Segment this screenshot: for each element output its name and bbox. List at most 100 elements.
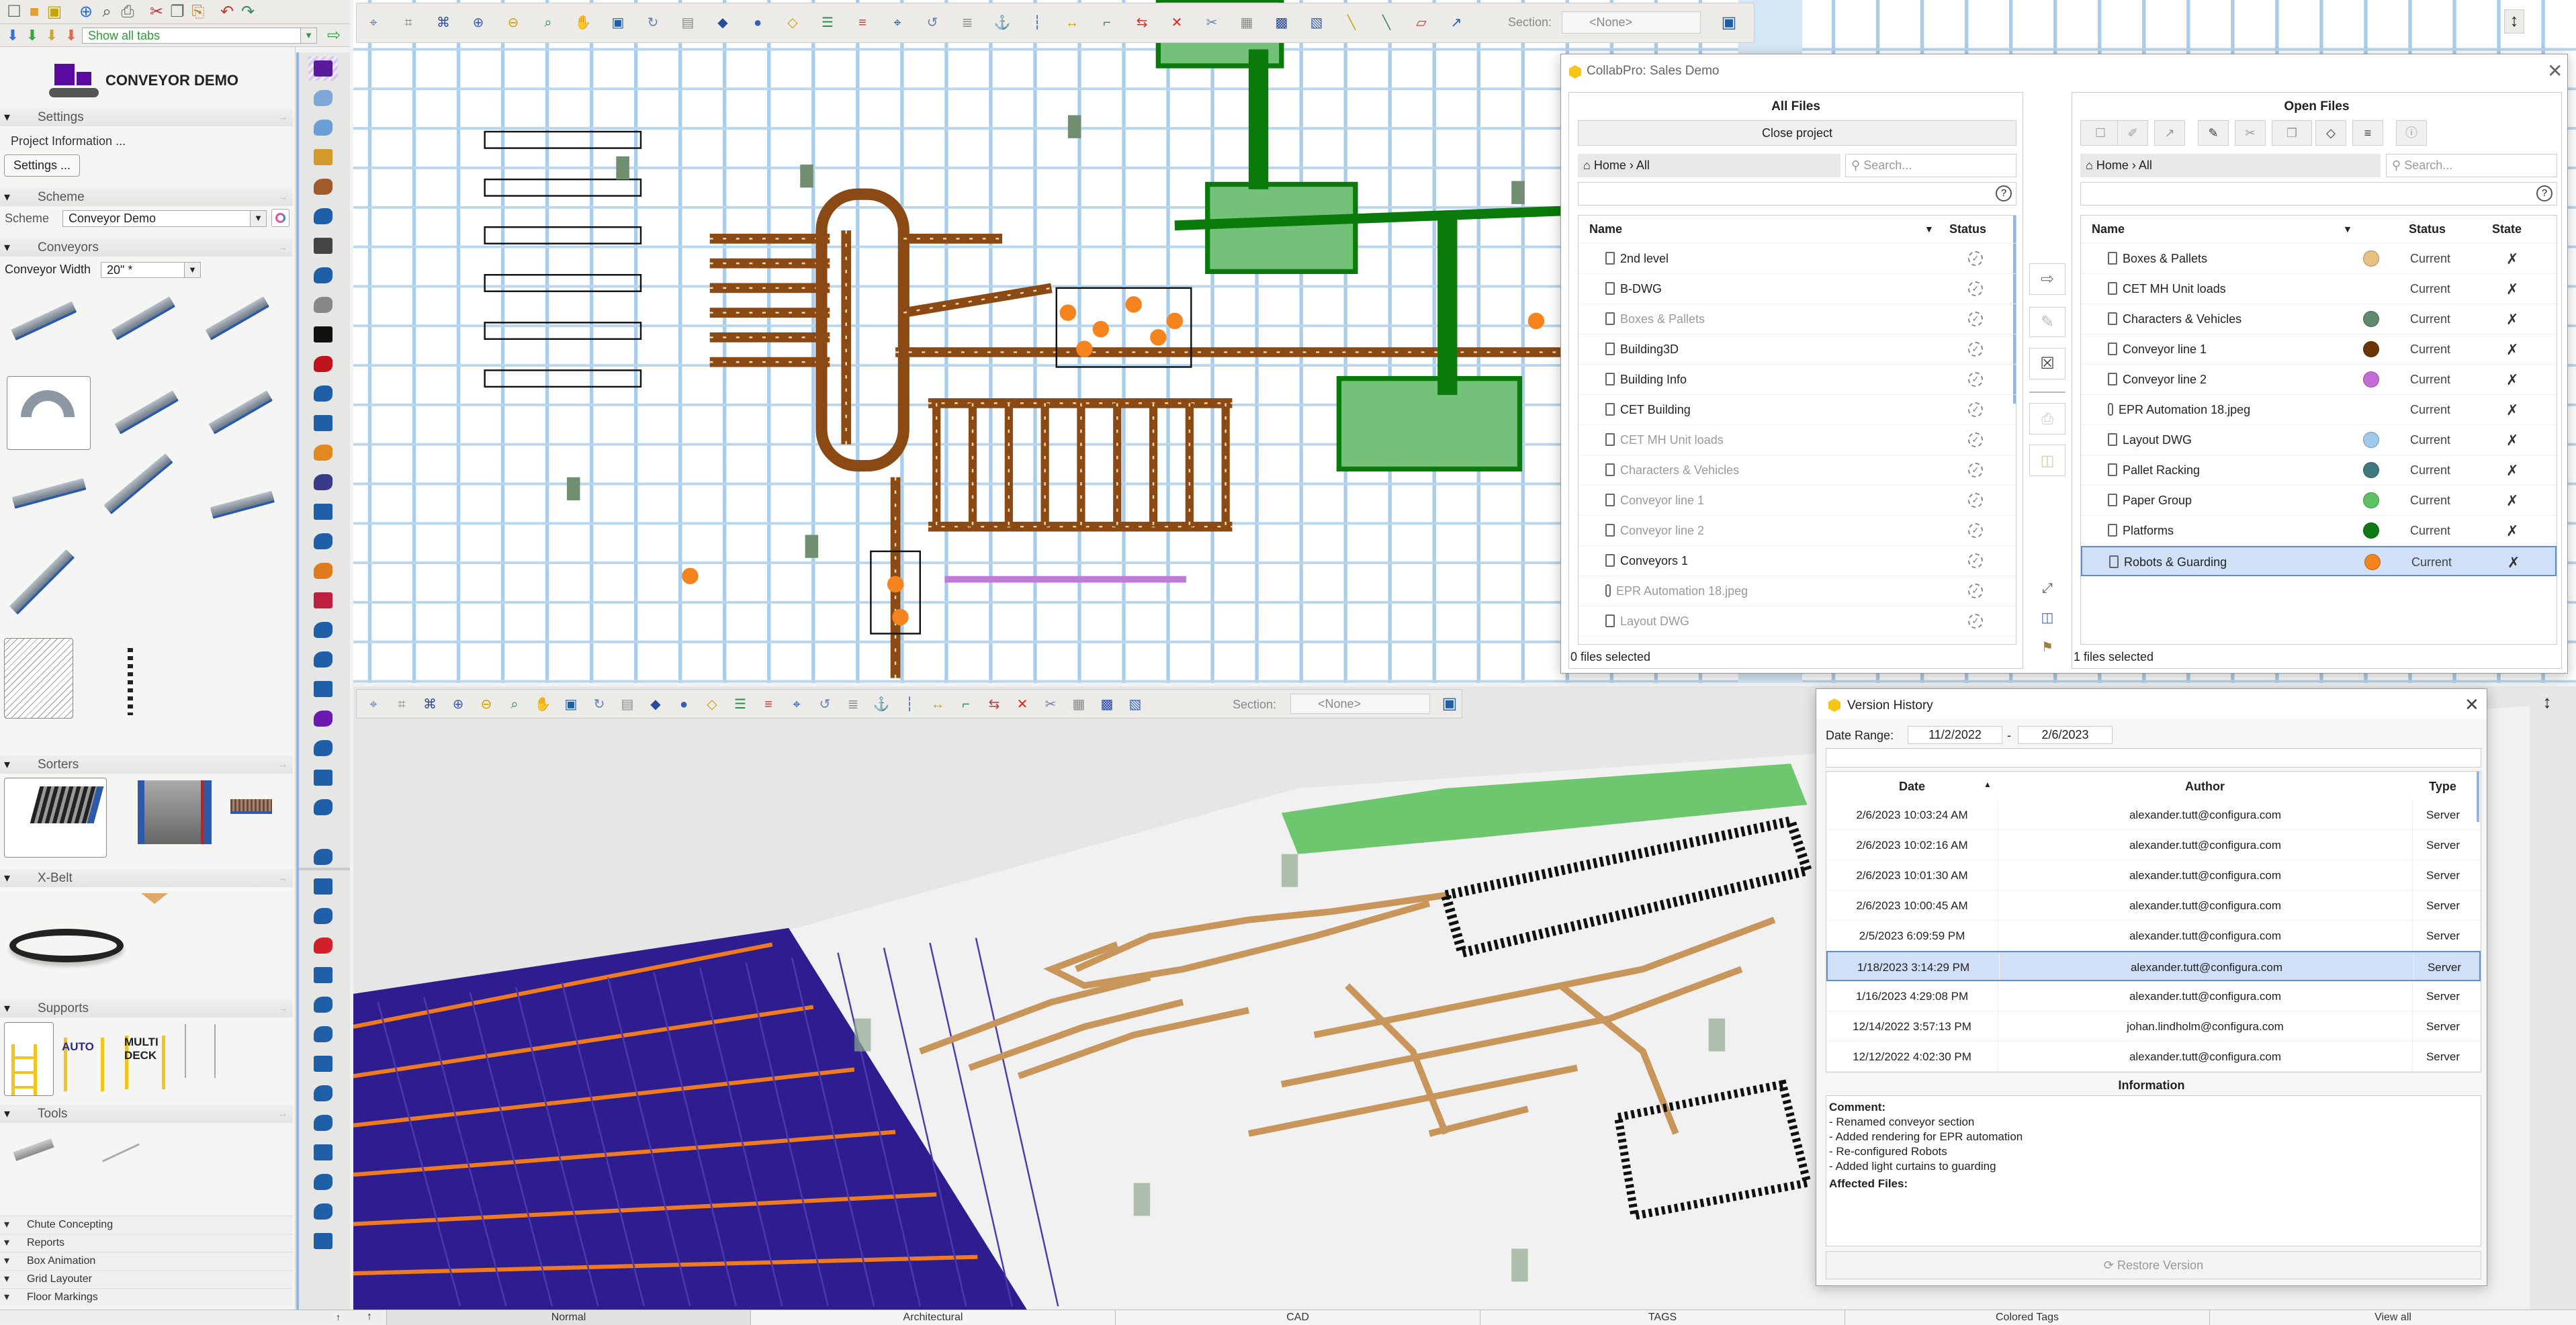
open-file-row[interactable]: Paper Group Current ✗ [2081, 486, 2557, 516]
open-file-row[interactable]: Conveyor line 2 Current ✗ [2081, 365, 2557, 395]
tire-icon[interactable] [308, 322, 338, 347]
clock-icon[interactable] [308, 1140, 338, 1164]
zoom-selection-icon[interactable]: ▣ [561, 694, 581, 715]
column-header-state[interactable]: State [2492, 222, 2522, 236]
filter-bar[interactable]: ? [2080, 182, 2557, 205]
history-icon[interactable] [308, 1199, 338, 1224]
section-settings-header[interactable]: Settings [0, 108, 293, 126]
version-row[interactable]: 2/6/2023 10:03:24 AM alexander.tutt@confi… [1826, 800, 2481, 830]
layer-color-swatch[interactable] [2363, 371, 2379, 387]
open-file-button[interactable]: ⇨ [2029, 263, 2066, 295]
refresh-view-icon[interactable]: ↻ [643, 13, 663, 33]
scheme-dropdown[interactable]: Conveyor Demo ▼ [62, 210, 267, 227]
conveyor-item[interactable] [111, 383, 195, 457]
distribute-icon[interactable]: ↔ [1062, 13, 1082, 33]
conveyor-item[interactable] [202, 289, 285, 363]
project-information-link[interactable]: Project Information ... [11, 134, 126, 148]
file-row[interactable]: CET MH Unit loads ✓ [1579, 425, 2016, 455]
version-row[interactable]: 2/6/2023 10:00:45 AM alexander.tutt@confi… [1826, 890, 2481, 921]
link-icon[interactable]: ✂ [1202, 13, 1222, 33]
link-icon[interactable]: ✂ [1040, 694, 1061, 715]
beam-icon[interactable] [308, 795, 338, 819]
layer-color-swatch[interactable] [2363, 492, 2379, 508]
state-unlocked-icon[interactable]: ✗ [2506, 425, 2526, 455]
restore-version-button[interactable]: ⟳ Restore Version [1826, 1251, 2481, 1279]
view-tab-view-all[interactable]: View all [2209, 1310, 2576, 1325]
column-header-status[interactable]: Status [1949, 222, 1986, 236]
align-icon[interactable]: ┆ [1027, 13, 1047, 33]
line-icon[interactable]: ╲ [1341, 13, 1362, 33]
section-settings-icon[interactable]: ▣ [1439, 694, 1460, 714]
save-blue-icon[interactable] [308, 1229, 338, 1253]
help-icon[interactable]: ? [2536, 185, 2552, 201]
version-row[interactable]: 2/5/2023 6:09:59 PM alexander.tutt@config… [1826, 921, 2481, 951]
state-unlocked-icon[interactable]: ✗ [2506, 244, 2526, 273]
state-unlocked-icon[interactable]: ✗ [2506, 455, 2526, 485]
spacing-icon[interactable]: ⇆ [1132, 13, 1152, 33]
info-button[interactable]: ⓘ [2396, 120, 2427, 146]
3d-view-split-icon[interactable]: ↕ [2538, 692, 2557, 716]
version-row[interactable]: 12/14/2022 3:57:13 PM johan.lindholm@conf… [1826, 1011, 2481, 1042]
column-header-date[interactable]: Date [1826, 780, 1998, 794]
view-tab-architectural[interactable]: Architectural [750, 1310, 1115, 1325]
view-tab-normal[interactable]: Normal [386, 1310, 750, 1325]
tab-manager-icon[interactable]: ⇨ [324, 26, 344, 46]
file-row[interactable]: 2nd level ✓ [1579, 244, 2016, 274]
file-row[interactable]: Layout DWG ✓ [1579, 606, 2016, 637]
state-unlocked-icon[interactable]: ✗ [2506, 486, 2526, 515]
section-floor-markings-header[interactable]: Floor Markings [0, 1288, 293, 1306]
line2-icon[interactable]: ╲ [1376, 13, 1396, 33]
print-preview-icon[interactable]: ⌕ [97, 2, 117, 22]
snap-icon[interactable]: ⌖ [887, 13, 907, 33]
section-supports-header[interactable]: Supports [0, 999, 293, 1017]
view-tab-colored-tags[interactable]: Colored Tags [1845, 1310, 2209, 1325]
close-icon[interactable]: ✕ [2547, 60, 2563, 82]
frame-icon[interactable]: ▦ [1237, 13, 1257, 33]
filter-bar[interactable]: ? [1578, 182, 2016, 205]
version-row[interactable]: 1/16/2023 4:29:08 PM alexander.tutt@confi… [1826, 981, 2481, 1011]
close-icon[interactable]: ✕ [2464, 694, 2479, 715]
conveyor-item[interactable] [205, 383, 289, 457]
rotate-icon[interactable]: ↺ [922, 13, 942, 33]
layer-color-swatch[interactable] [2364, 554, 2381, 570]
section-conveyors-header[interactable]: Conveyors [0, 238, 293, 257]
rotate-icon[interactable]: ↺ [815, 694, 835, 715]
wall-icon[interactable] [308, 86, 338, 110]
layer-color-swatch[interactable] [2363, 432, 2379, 448]
color-icon[interactable]: ● [674, 694, 694, 715]
file-row[interactable]: EPR Automation 18.jpeg ✓ [1579, 576, 2016, 606]
conveyor-item[interactable] [107, 289, 191, 363]
layer-color-swatch[interactable] [2363, 341, 2379, 357]
bulb-icon[interactable] [308, 736, 338, 760]
people-icon[interactable] [308, 766, 338, 790]
xbelt-add-icon[interactable] [141, 893, 168, 907]
delete-icon[interactable]: ✕ [1012, 694, 1032, 715]
paste-icon[interactable]: ⎘ [188, 2, 208, 22]
zoom-window-icon[interactable]: ⌖ [363, 13, 384, 33]
section-box-animation-header[interactable]: Box Animation [0, 1252, 293, 1270]
section-xbelt-header[interactable]: X-Belt [0, 869, 293, 887]
rack-icon[interactable] [308, 293, 338, 317]
green-down-arrow-icon[interactable]: ⬇ [22, 26, 42, 46]
blue-down-arrow-icon[interactable]: ⬇ [3, 26, 23, 46]
open-file-row[interactable]: Pallet Racking Current ✗ [2081, 455, 2557, 486]
zoom-extents-icon[interactable]: ⌘ [420, 694, 440, 715]
dims-icon[interactable]: ≡ [852, 13, 873, 33]
measure-icon[interactable]: ⌐ [956, 694, 976, 715]
tools-icon[interactable] [308, 145, 338, 169]
materials-icon[interactable] [308, 175, 338, 199]
package-button[interactable]: ◫ [2029, 445, 2066, 476]
settings-button[interactable]: Settings ... [4, 154, 80, 177]
bars-icon[interactable] [308, 1052, 338, 1076]
print-file-button[interactable]: ⎙ [2029, 403, 2066, 435]
film-icon[interactable]: ▩ [1272, 13, 1292, 33]
layer-color-swatch[interactable] [2363, 462, 2379, 478]
color-icon[interactable]: ● [748, 13, 768, 33]
delete-icon[interactable]: ✕ [1167, 13, 1187, 33]
state-unlocked-icon[interactable]: ✗ [2506, 516, 2526, 545]
zoom-icon[interactable]: ⌕ [538, 13, 558, 33]
layer-color-swatch[interactable] [2363, 250, 2379, 267]
state-unlocked-icon[interactable]: ✗ [2506, 274, 2526, 304]
zoom-out-icon[interactable]: ⊖ [503, 13, 523, 33]
support-item-auto[interactable]: AUTO [62, 1038, 104, 1091]
